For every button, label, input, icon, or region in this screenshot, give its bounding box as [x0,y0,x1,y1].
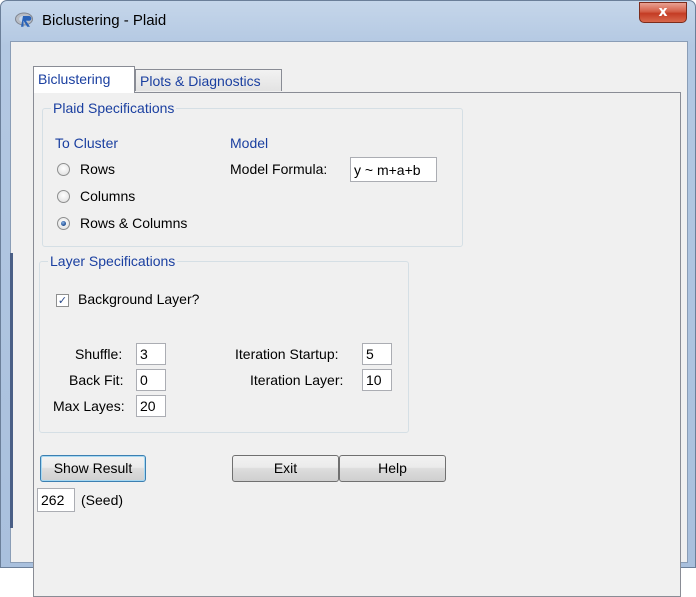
background-layer-label[interactable]: Background Layer? [78,291,199,307]
radio-columns[interactable] [57,190,70,203]
radio-rows-columns-label[interactable]: Rows & Columns [80,215,187,231]
back-fit-input[interactable]: 0 [136,369,166,391]
iteration-startup-input[interactable]: 5 [362,343,392,365]
seed-label: (Seed) [81,492,124,508]
window-frame-edge [10,253,13,528]
iteration-startup-label: Iteration Startup: [235,346,339,362]
max-layes-label: Max Layes: [53,398,125,414]
radio-rows-columns[interactable] [57,217,70,230]
r-logo-icon [15,12,33,27]
tab-label: Biclustering [38,71,111,87]
background-layer-checkbox[interactable]: ✓ [56,294,69,307]
model-formula-input[interactable]: y ~ m+a+b [350,157,437,182]
back-fit-label: Back Fit: [69,372,124,388]
exit-button[interactable]: Exit [232,455,339,482]
dialog-window: Biclustering - Plaid x Biclustering Plot… [0,0,696,597]
close-icon: x [658,4,668,20]
iteration-layer-input[interactable]: 10 [362,369,392,391]
to-cluster-heading: To Cluster [55,135,119,151]
shuffle-input[interactable]: 3 [136,343,166,365]
tab-biclustering[interactable]: Biclustering [33,66,135,93]
check-mark-icon: ✓ [57,294,68,307]
seed-input[interactable]: 262 [37,488,75,512]
tab-plots-diagnostics[interactable]: Plots & Diagnostics [135,69,282,91]
radio-rows[interactable] [57,163,70,176]
group-legend: Plaid Specifications [53,100,175,116]
title-bar[interactable]: Biclustering - Plaid x [1,1,695,41]
model-heading: Model [230,135,269,151]
iteration-layer-label: Iteration Layer: [250,372,344,388]
shuffle-label: Shuffle: [75,346,123,362]
client-area: Biclustering Plots & Diagnostics Plaid S… [10,41,688,597]
radio-rows-label[interactable]: Rows [80,161,115,177]
window-title: Biclustering - Plaid [42,12,167,29]
max-layes-input[interactable]: 20 [136,395,166,417]
group-legend: Layer Specifications [50,253,176,269]
tab-label: Plots & Diagnostics [140,73,261,89]
model-formula-label: Model Formula: [230,161,328,177]
help-button[interactable]: Help [339,455,446,482]
close-button[interactable]: x [639,2,687,23]
tab-panel: Plaid Specifications To Cluster Rows Col… [33,92,681,597]
radio-columns-label[interactable]: Columns [80,188,135,204]
show-result-button[interactable]: Show Result [40,455,146,482]
panel-content: Plaid Specifications To Cluster Rows Col… [34,93,680,596]
